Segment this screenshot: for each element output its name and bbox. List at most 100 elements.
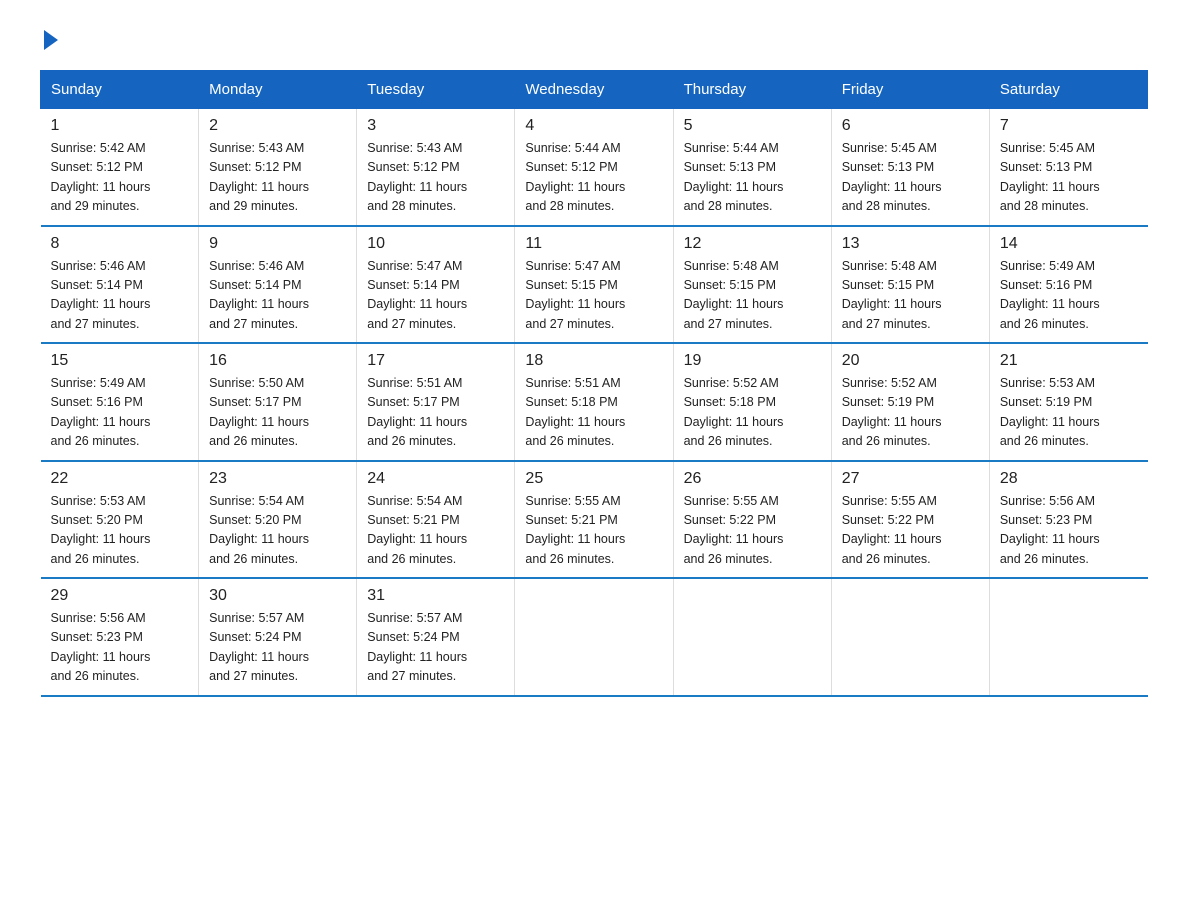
day-info: Sunrise: 5:46 AMSunset: 5:14 PMDaylight:… — [209, 257, 346, 335]
day-number: 20 — [842, 352, 979, 370]
weekday-header: Sunday — [41, 71, 199, 109]
day-number: 6 — [842, 117, 979, 135]
weekday-header: Saturday — [989, 71, 1147, 109]
day-number: 12 — [684, 235, 821, 253]
calendar-cell: 24 Sunrise: 5:54 AMSunset: 5:21 PMDaylig… — [357, 461, 515, 579]
day-info: Sunrise: 5:56 AMSunset: 5:23 PMDaylight:… — [51, 609, 189, 687]
day-info: Sunrise: 5:45 AMSunset: 5:13 PMDaylight:… — [1000, 139, 1138, 217]
day-number: 15 — [51, 352, 189, 370]
day-number: 8 — [51, 235, 189, 253]
calendar-cell: 17 Sunrise: 5:51 AMSunset: 5:17 PMDaylig… — [357, 343, 515, 461]
weekday-header: Wednesday — [515, 71, 673, 109]
day-info: Sunrise: 5:46 AMSunset: 5:14 PMDaylight:… — [51, 257, 189, 335]
calendar-cell: 14 Sunrise: 5:49 AMSunset: 5:16 PMDaylig… — [989, 226, 1147, 344]
day-number: 30 — [209, 587, 346, 605]
calendar-week-row: 1 Sunrise: 5:42 AMSunset: 5:12 PMDayligh… — [41, 109, 1148, 226]
calendar-table: SundayMondayTuesdayWednesdayThursdayFrid… — [40, 70, 1148, 697]
day-number: 3 — [367, 117, 504, 135]
day-info: Sunrise: 5:44 AMSunset: 5:13 PMDaylight:… — [684, 139, 821, 217]
day-info: Sunrise: 5:53 AMSunset: 5:19 PMDaylight:… — [1000, 374, 1138, 452]
day-number: 23 — [209, 470, 346, 488]
day-number: 2 — [209, 117, 346, 135]
day-info: Sunrise: 5:56 AMSunset: 5:23 PMDaylight:… — [1000, 492, 1138, 570]
day-number: 13 — [842, 235, 979, 253]
day-number: 25 — [525, 470, 662, 488]
calendar-cell: 6 Sunrise: 5:45 AMSunset: 5:13 PMDayligh… — [831, 109, 989, 226]
day-number: 11 — [525, 235, 662, 253]
calendar-week-row: 8 Sunrise: 5:46 AMSunset: 5:14 PMDayligh… — [41, 226, 1148, 344]
calendar-cell: 19 Sunrise: 5:52 AMSunset: 5:18 PMDaylig… — [673, 343, 831, 461]
calendar-cell: 4 Sunrise: 5:44 AMSunset: 5:12 PMDayligh… — [515, 109, 673, 226]
day-number: 26 — [684, 470, 821, 488]
logo — [40, 30, 58, 50]
day-info: Sunrise: 5:51 AMSunset: 5:17 PMDaylight:… — [367, 374, 504, 452]
calendar-cell: 15 Sunrise: 5:49 AMSunset: 5:16 PMDaylig… — [41, 343, 199, 461]
calendar-cell: 9 Sunrise: 5:46 AMSunset: 5:14 PMDayligh… — [199, 226, 357, 344]
day-info: Sunrise: 5:57 AMSunset: 5:24 PMDaylight:… — [367, 609, 504, 687]
day-info: Sunrise: 5:55 AMSunset: 5:21 PMDaylight:… — [525, 492, 662, 570]
calendar-cell: 26 Sunrise: 5:55 AMSunset: 5:22 PMDaylig… — [673, 461, 831, 579]
calendar-cell — [515, 578, 673, 696]
weekday-header: Friday — [831, 71, 989, 109]
day-info: Sunrise: 5:55 AMSunset: 5:22 PMDaylight:… — [842, 492, 979, 570]
calendar-cell: 1 Sunrise: 5:42 AMSunset: 5:12 PMDayligh… — [41, 109, 199, 226]
day-info: Sunrise: 5:52 AMSunset: 5:18 PMDaylight:… — [684, 374, 821, 452]
day-number: 31 — [367, 587, 504, 605]
day-info: Sunrise: 5:42 AMSunset: 5:12 PMDaylight:… — [51, 139, 189, 217]
day-info: Sunrise: 5:54 AMSunset: 5:21 PMDaylight:… — [367, 492, 504, 570]
day-number: 19 — [684, 352, 821, 370]
calendar-cell: 5 Sunrise: 5:44 AMSunset: 5:13 PMDayligh… — [673, 109, 831, 226]
day-info: Sunrise: 5:55 AMSunset: 5:22 PMDaylight:… — [684, 492, 821, 570]
calendar-cell: 7 Sunrise: 5:45 AMSunset: 5:13 PMDayligh… — [989, 109, 1147, 226]
day-number: 4 — [525, 117, 662, 135]
calendar-cell: 13 Sunrise: 5:48 AMSunset: 5:15 PMDaylig… — [831, 226, 989, 344]
calendar-cell: 31 Sunrise: 5:57 AMSunset: 5:24 PMDaylig… — [357, 578, 515, 696]
weekday-header-row: SundayMondayTuesdayWednesdayThursdayFrid… — [41, 71, 1148, 109]
calendar-week-row: 22 Sunrise: 5:53 AMSunset: 5:20 PMDaylig… — [41, 461, 1148, 579]
logo-arrow-icon — [44, 30, 58, 50]
day-number: 27 — [842, 470, 979, 488]
day-info: Sunrise: 5:53 AMSunset: 5:20 PMDaylight:… — [51, 492, 189, 570]
day-number: 7 — [1000, 117, 1138, 135]
calendar-cell: 27 Sunrise: 5:55 AMSunset: 5:22 PMDaylig… — [831, 461, 989, 579]
calendar-cell: 16 Sunrise: 5:50 AMSunset: 5:17 PMDaylig… — [199, 343, 357, 461]
day-info: Sunrise: 5:57 AMSunset: 5:24 PMDaylight:… — [209, 609, 346, 687]
calendar-cell: 23 Sunrise: 5:54 AMSunset: 5:20 PMDaylig… — [199, 461, 357, 579]
day-number: 16 — [209, 352, 346, 370]
day-info: Sunrise: 5:48 AMSunset: 5:15 PMDaylight:… — [684, 257, 821, 335]
calendar-week-row: 29 Sunrise: 5:56 AMSunset: 5:23 PMDaylig… — [41, 578, 1148, 696]
day-number: 10 — [367, 235, 504, 253]
page-header — [40, 30, 1148, 50]
day-number: 1 — [51, 117, 189, 135]
day-info: Sunrise: 5:50 AMSunset: 5:17 PMDaylight:… — [209, 374, 346, 452]
day-info: Sunrise: 5:52 AMSunset: 5:19 PMDaylight:… — [842, 374, 979, 452]
day-info: Sunrise: 5:43 AMSunset: 5:12 PMDaylight:… — [209, 139, 346, 217]
calendar-cell — [831, 578, 989, 696]
day-number: 29 — [51, 587, 189, 605]
weekday-header: Tuesday — [357, 71, 515, 109]
calendar-cell: 21 Sunrise: 5:53 AMSunset: 5:19 PMDaylig… — [989, 343, 1147, 461]
calendar-week-row: 15 Sunrise: 5:49 AMSunset: 5:16 PMDaylig… — [41, 343, 1148, 461]
day-info: Sunrise: 5:45 AMSunset: 5:13 PMDaylight:… — [842, 139, 979, 217]
day-info: Sunrise: 5:49 AMSunset: 5:16 PMDaylight:… — [51, 374, 189, 452]
day-info: Sunrise: 5:47 AMSunset: 5:15 PMDaylight:… — [525, 257, 662, 335]
day-info: Sunrise: 5:48 AMSunset: 5:15 PMDaylight:… — [842, 257, 979, 335]
day-number: 14 — [1000, 235, 1138, 253]
calendar-cell: 8 Sunrise: 5:46 AMSunset: 5:14 PMDayligh… — [41, 226, 199, 344]
day-number: 5 — [684, 117, 821, 135]
day-info: Sunrise: 5:44 AMSunset: 5:12 PMDaylight:… — [525, 139, 662, 217]
day-number: 18 — [525, 352, 662, 370]
calendar-cell: 30 Sunrise: 5:57 AMSunset: 5:24 PMDaylig… — [199, 578, 357, 696]
day-number: 24 — [367, 470, 504, 488]
day-info: Sunrise: 5:49 AMSunset: 5:16 PMDaylight:… — [1000, 257, 1138, 335]
calendar-cell — [989, 578, 1147, 696]
calendar-cell: 3 Sunrise: 5:43 AMSunset: 5:12 PMDayligh… — [357, 109, 515, 226]
calendar-cell: 18 Sunrise: 5:51 AMSunset: 5:18 PMDaylig… — [515, 343, 673, 461]
day-number: 28 — [1000, 470, 1138, 488]
day-number: 17 — [367, 352, 504, 370]
calendar-cell: 29 Sunrise: 5:56 AMSunset: 5:23 PMDaylig… — [41, 578, 199, 696]
weekday-header: Thursday — [673, 71, 831, 109]
day-info: Sunrise: 5:54 AMSunset: 5:20 PMDaylight:… — [209, 492, 346, 570]
calendar-cell: 22 Sunrise: 5:53 AMSunset: 5:20 PMDaylig… — [41, 461, 199, 579]
calendar-cell: 28 Sunrise: 5:56 AMSunset: 5:23 PMDaylig… — [989, 461, 1147, 579]
